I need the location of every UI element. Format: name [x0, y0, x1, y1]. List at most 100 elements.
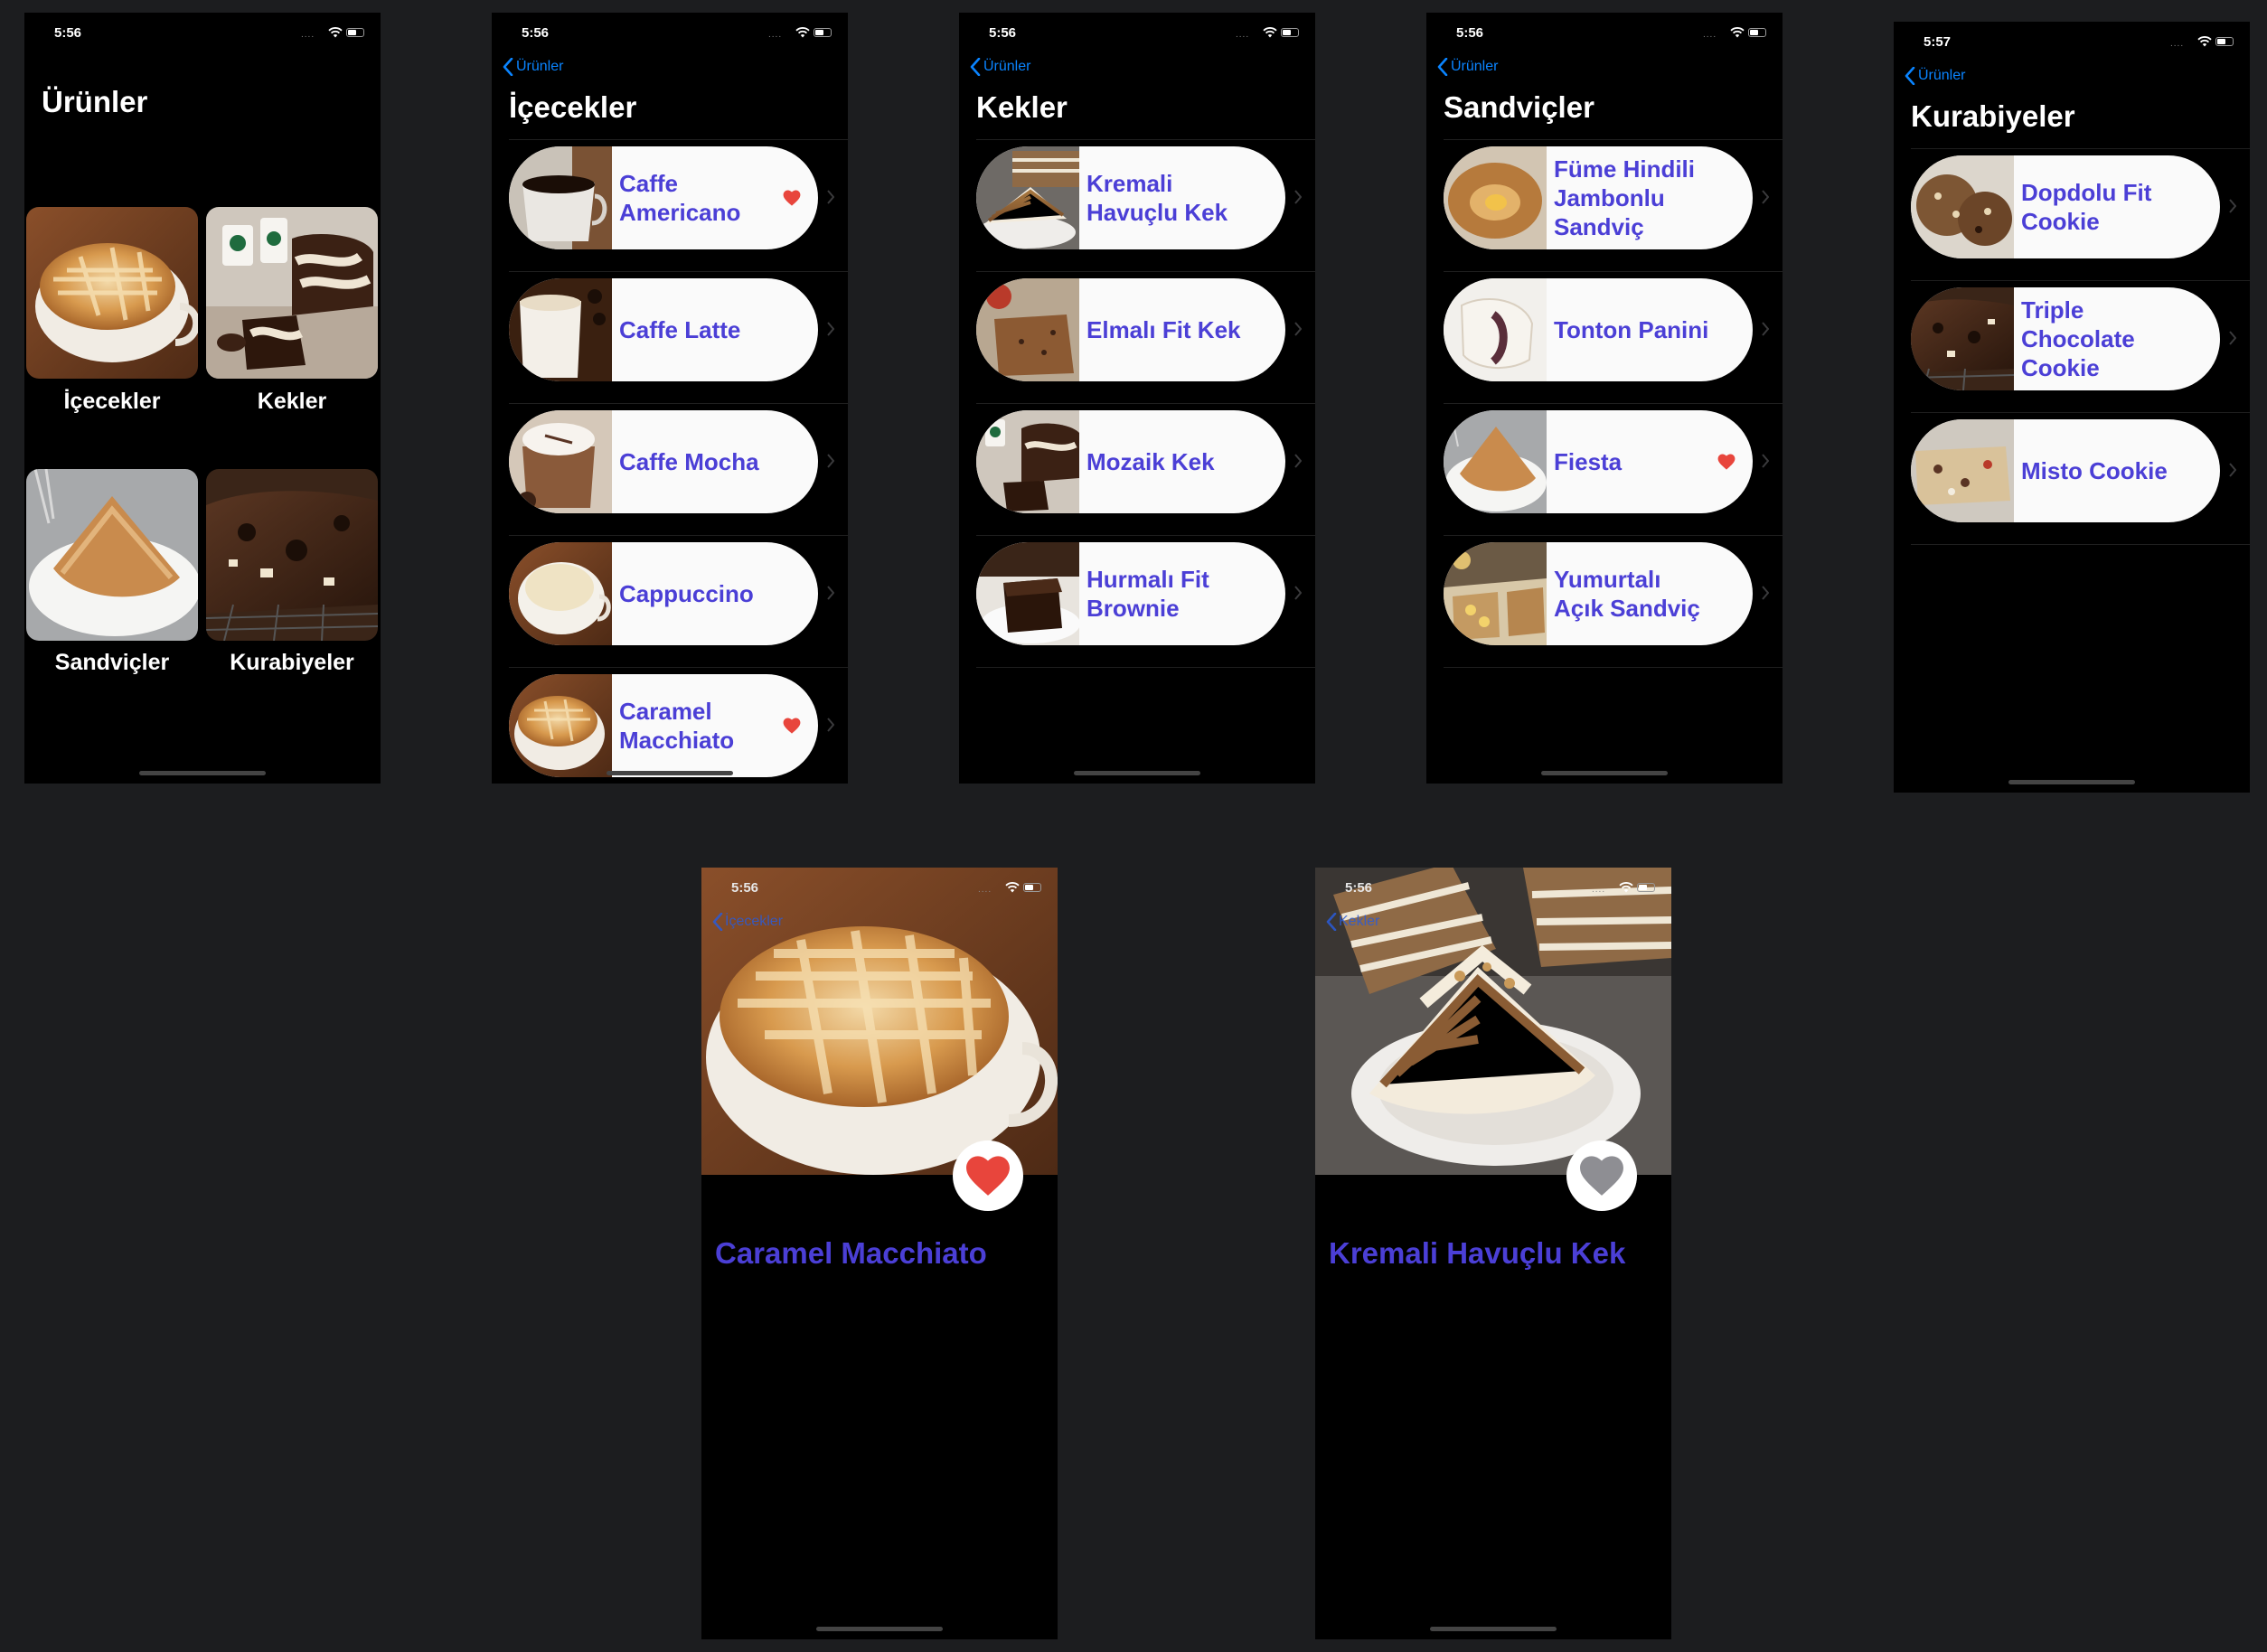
item-name: Caffe Latte — [619, 316, 741, 343]
list-item-caramel-macchiato[interactable]: Caramel Macchiato — [509, 674, 818, 777]
status-bar: 5:56 .... — [959, 13, 1315, 56]
list-item-fiesta[interactable]: Fiesta — [1444, 410, 1753, 513]
chevron-right-icon — [1294, 190, 1302, 204]
back-chevron-icon — [970, 58, 981, 76]
caramel-cup-image — [26, 207, 198, 379]
back-button[interactable]: Ürünler — [503, 58, 563, 76]
list-item-card: Caffe Americano — [509, 146, 818, 249]
home-indicator — [1430, 1627, 1557, 1631]
status-time: 5:56 — [1456, 25, 1484, 41]
list-item-card: Caramel Macchiato — [509, 674, 818, 777]
back-chevron-icon — [1437, 58, 1448, 76]
list-item-misto-cookie[interactable]: Misto Cookie — [1911, 419, 2220, 522]
list-item-caffe-mocha[interactable]: Caffe Mocha — [509, 410, 818, 513]
row-separator — [1911, 280, 2250, 281]
list-item-card: Cappuccino — [509, 542, 818, 645]
row-separator — [1444, 271, 1783, 272]
back-button[interactable]: Ürünler — [1905, 67, 1965, 85]
row-separator — [509, 403, 848, 404]
row-separator — [976, 271, 1315, 272]
item-name: Caramel Macchiato — [619, 698, 735, 754]
wifi-icon — [795, 27, 810, 38]
list-item-card: Yumurtalı Açık Sandviç — [1444, 542, 1753, 645]
status-time: 5:56 — [731, 880, 759, 896]
category-tile-icecekler[interactable] — [26, 207, 198, 379]
chevron-right-icon — [827, 454, 834, 468]
list-item-card: Caffe Latte — [509, 278, 818, 381]
home-indicator — [816, 1627, 943, 1631]
wifi-icon — [1263, 27, 1277, 38]
list-item-mozaik-kek[interactable]: Mozaik Kek — [976, 410, 1285, 513]
item-name: Hurmalı Fit Brownie — [1086, 566, 1209, 622]
category-label: Sandviçler — [54, 650, 170, 675]
list-item-triple-chocolate-cookie[interactable]: Triple Chocolate Cookie — [1911, 287, 2220, 390]
category-tile-kekler[interactable] — [206, 207, 378, 379]
list-item-fume-hindili-sandvic[interactable]: Füme Hindili Jambonlu Sandviç — [1444, 146, 1753, 249]
apple-cake-image — [976, 278, 1079, 381]
chevron-right-icon — [1294, 586, 1302, 600]
row-separator — [976, 535, 1315, 536]
chevron-right-icon — [1294, 454, 1302, 468]
row-separator — [976, 667, 1315, 668]
heart-filled-icon — [965, 1155, 1011, 1197]
item-name: Fiesta — [1554, 448, 1623, 475]
item-name: Caffe Americano — [619, 170, 741, 226]
item-name: Triple Chocolate Cookie — [2021, 296, 2135, 381]
item-name: Füme Hindili Jambonlu Sandviç — [1554, 155, 1695, 240]
category-tile-sandvicler[interactable] — [26, 469, 198, 641]
page-title: Ürünler — [42, 85, 148, 118]
cappuccino-image — [509, 542, 612, 645]
chevron-right-icon — [2229, 463, 2236, 477]
row-separator — [1911, 544, 2250, 545]
page-title: Kurabiyeler — [1911, 99, 2075, 133]
list-item-cappuccino[interactable]: Cappuccino — [509, 542, 818, 645]
list-item-caffe-americano[interactable]: Caffe Americano — [509, 146, 818, 249]
back-button[interactable]: Ürünler — [970, 58, 1030, 76]
battery-icon — [1637, 883, 1655, 892]
page-title: Kekler — [976, 90, 1068, 124]
list-item-yumurtali-acik-sandvic[interactable]: Yumurtalı Açık Sandviç — [1444, 542, 1753, 645]
battery-icon — [346, 28, 364, 37]
chevron-right-icon — [1762, 586, 1769, 600]
favorite-heart-icon — [783, 718, 801, 734]
wifi-icon — [1619, 882, 1633, 893]
egg-sandwich-image — [1444, 542, 1547, 645]
screen-urunler: 5:56 .... Ürünler İçecekler Kekler Sandv… — [24, 13, 381, 784]
back-chevron-icon — [1326, 913, 1337, 931]
list-item-card: Tonton Panini — [1444, 278, 1753, 381]
list-item-dopdolu-fit-cookie[interactable]: Dopdolu Fit Cookie — [1911, 155, 2220, 258]
back-button[interactable]: Ürünler — [1437, 58, 1498, 76]
battery-icon — [814, 28, 832, 37]
croissant-sandwich-image — [1444, 146, 1547, 249]
category-label: İçecekler — [63, 389, 161, 414]
back-button[interactable]: İçecekler — [712, 913, 783, 931]
category-tile-kurabiyeler[interactable] — [206, 469, 378, 641]
mosaic-cake-image — [976, 410, 1079, 513]
list-item-caffe-latte[interactable]: Caffe Latte — [509, 278, 818, 381]
wifi-icon — [2197, 36, 2212, 47]
item-name: Mozaik Kek — [1086, 448, 1215, 475]
screen-sandvicler: 5:56 .... Ürünler Sandviçler Füme Hindil… — [1426, 13, 1783, 784]
home-indicator — [2008, 780, 2135, 784]
favorite-button[interactable] — [953, 1140, 1023, 1211]
product-title: Caramel Macchiato — [715, 1236, 987, 1270]
list-item-card: Hurmalı Fit Brownie — [976, 542, 1285, 645]
status-bar: 5:56 .... — [492, 13, 848, 56]
list-item-elmali-fit-kek[interactable]: Elmalı Fit Kek — [976, 278, 1285, 381]
heart-outline-icon — [1579, 1155, 1624, 1197]
favorite-heart-icon — [1717, 454, 1736, 470]
back-chevron-icon — [1905, 67, 1915, 85]
list-item-card: Fiesta — [1444, 410, 1753, 513]
favorite-button[interactable] — [1566, 1140, 1637, 1211]
back-button[interactable]: Kekler — [1326, 913, 1379, 931]
chevron-right-icon — [1294, 322, 1302, 336]
status-bar: 5:56 .... — [24, 13, 381, 56]
list-item-tonton-panini[interactable]: Tonton Panini — [1444, 278, 1753, 381]
panini-image — [1444, 278, 1547, 381]
list-item-kremali-havuclu-kek[interactable]: Kremali Havuçlu Kek — [976, 146, 1285, 249]
back-label: İçecekler — [725, 914, 784, 929]
list-item-hurmali-fit-brownie[interactable]: Hurmalı Fit Brownie — [976, 542, 1285, 645]
status-icons: .... — [1592, 882, 1655, 895]
category-label: Kurabiyeler — [230, 650, 354, 675]
brownie-image — [976, 542, 1079, 645]
